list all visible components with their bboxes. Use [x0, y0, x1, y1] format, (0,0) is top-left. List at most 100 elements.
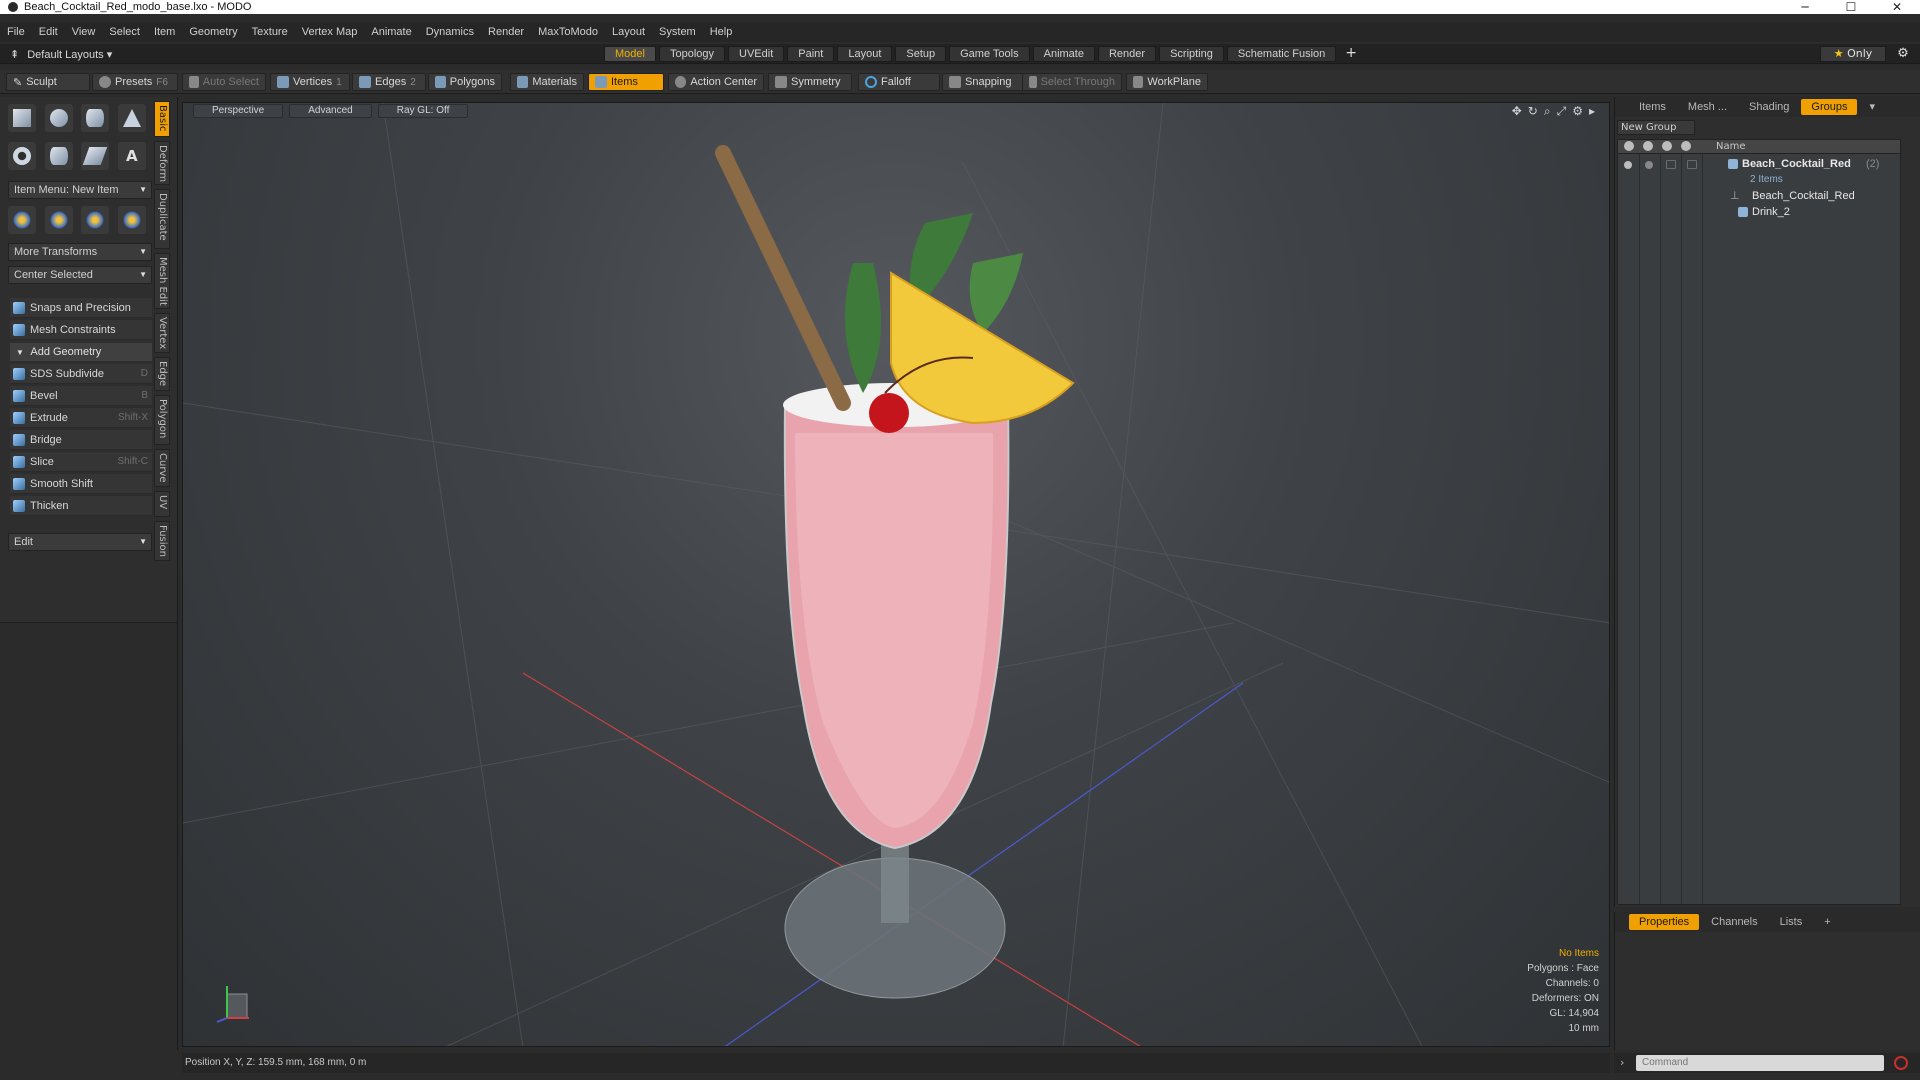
pan-icon[interactable]: ✥ [1512, 104, 1522, 119]
gear-icon[interactable]: ⚙ [1894, 46, 1912, 62]
zoom-icon[interactable]: ⌕ [1544, 104, 1551, 119]
edit-dropdown[interactable]: Edit ▼ [8, 533, 152, 551]
raygl-dropdown[interactable]: Ray GL: Off [377, 104, 469, 118]
tab-animate[interactable]: Animate [1032, 46, 1095, 62]
vtab-uv[interactable]: UV [154, 491, 170, 517]
tab-game-tools[interactable]: Game Tools [949, 46, 1030, 62]
vtab-curve[interactable]: Curve [154, 449, 170, 487]
tab-lists[interactable]: Lists [1770, 914, 1813, 930]
menu-texture[interactable]: Texture [245, 26, 295, 38]
select-through-button[interactable]: Select Through [1022, 73, 1122, 91]
menu-item[interactable]: Item [147, 26, 182, 38]
center-selected-dropdown[interactable]: Center Selected ▼ [8, 266, 152, 284]
layouts-dropdown[interactable]: ⇞ Default Layouts ▾ [10, 46, 112, 62]
group-row[interactable]: Beach_Cocktail_Red (2) [1618, 156, 1900, 172]
tab-render[interactable]: Render [1097, 46, 1157, 62]
vtab-edge[interactable]: Edge [154, 357, 170, 391]
minimize-button[interactable]: ─ [1782, 0, 1828, 14]
text-icon[interactable]: A [117, 142, 146, 170]
extrude-button[interactable]: Extrude Shift-X [10, 408, 152, 428]
torus-icon[interactable] [8, 142, 37, 170]
polygons-button[interactable]: Polygons [428, 73, 502, 91]
vertices-button[interactable]: Vertices 1 [270, 73, 350, 91]
vtab-duplicate[interactable]: Duplicate [154, 189, 170, 249]
maximize-button[interactable]: ☐ [1828, 0, 1874, 14]
lock-icon[interactable] [1662, 141, 1672, 151]
tab-paint[interactable]: Paint [787, 46, 835, 62]
eye-icon[interactable] [1624, 161, 1632, 169]
tab-layout[interactable]: Layout [837, 46, 893, 62]
viewport-gear-icon[interactable]: ⚙ [1572, 104, 1583, 119]
3d-viewport[interactable]: Perspective Advanced Ray GL: Off ✥ ↻ ⌕ ⤢… [182, 102, 1610, 1047]
cone-icon[interactable] [117, 104, 146, 132]
tab-groups[interactable]: Groups [1801, 99, 1858, 115]
bridge-button[interactable]: Bridge [10, 430, 152, 450]
symmetry-button[interactable]: Symmetry [768, 73, 852, 91]
workplane-button[interactable]: WorkPlane [1126, 73, 1208, 91]
only-button[interactable]: ★ Only [1820, 46, 1886, 62]
mesh-constraints-button[interactable]: Mesh Constraints [10, 320, 152, 340]
tab-schematic-fusion[interactable]: Schematic Fusion [1226, 46, 1337, 62]
sculpt-button[interactable]: ✎ Sculpt [6, 73, 90, 91]
materials-button[interactable]: Materials [510, 73, 584, 91]
menu-layout[interactable]: Layout [605, 26, 652, 38]
tab-mesh[interactable]: Mesh ... [1678, 99, 1737, 115]
sphere-icon[interactable] [44, 104, 73, 132]
menu-vertex-map[interactable]: Vertex Map [295, 26, 365, 38]
vtab-mesh-edit[interactable]: Mesh Edit [154, 253, 170, 309]
vtab-polygon[interactable]: Polygon [154, 395, 170, 445]
perspective-dropdown[interactable]: Perspective [193, 104, 284, 118]
rotate-icon[interactable] [44, 206, 73, 234]
add-tab-plus-icon[interactable]: + [1814, 914, 1840, 930]
tab-properties[interactable]: Properties [1629, 914, 1700, 930]
cylinder-icon[interactable] [81, 104, 110, 132]
render-icon[interactable] [1645, 161, 1653, 169]
cube-icon[interactable] [8, 104, 37, 132]
record-icon[interactable] [1894, 1056, 1908, 1070]
presets-button[interactable]: Presets F6 [92, 73, 178, 91]
items-button[interactable]: Items [588, 73, 664, 91]
action-center-button[interactable]: Action Center [668, 73, 764, 91]
advanced-dropdown[interactable]: Advanced [289, 104, 372, 118]
select-icon[interactable] [1681, 141, 1691, 151]
menu-render[interactable]: Render [481, 26, 531, 38]
tree-item-locator[interactable]: ⊥ Beach_Cocktail_Red [1618, 188, 1900, 204]
vtab-basic[interactable]: Basic [154, 101, 170, 137]
transform-icon[interactable] [117, 206, 146, 234]
tab-uvedit[interactable]: UVEdit [728, 46, 785, 62]
bevel-button[interactable]: Bevel B [10, 386, 152, 406]
panel-menu-icon[interactable]: ▾ [1859, 99, 1885, 115]
snaps-precision-button[interactable]: Snaps and Precision [10, 298, 152, 318]
add-tab-plus-icon[interactable]: + [1339, 46, 1363, 62]
select-checkbox[interactable] [1687, 160, 1697, 169]
scale-icon[interactable] [81, 206, 110, 234]
vtab-vertex[interactable]: Vertex [154, 313, 170, 353]
render-icon[interactable] [1643, 141, 1653, 151]
slice-button[interactable]: Slice Shift-C [10, 452, 152, 472]
tab-items[interactable]: Items [1629, 99, 1676, 115]
menu-view[interactable]: View [65, 26, 103, 38]
orbit-icon[interactable]: ↻ [1528, 104, 1538, 119]
add-geometry-header[interactable]: ▼ Add Geometry [10, 343, 152, 361]
tab-channels[interactable]: Channels [1701, 914, 1767, 930]
tab-model[interactable]: Model [604, 46, 656, 62]
close-button[interactable]: ✕ [1874, 0, 1920, 14]
menu-help[interactable]: Help [703, 26, 740, 38]
smooth-shift-button[interactable]: Smooth Shift [10, 474, 152, 494]
edges-button[interactable]: Edges 2 [352, 73, 426, 91]
tab-setup[interactable]: Setup [895, 46, 947, 62]
command-input[interactable]: Command [1636, 1055, 1884, 1071]
tree-item-mesh[interactable]: Drink_2 [1618, 204, 1900, 220]
menu-file[interactable]: File [0, 26, 32, 38]
snapping-button[interactable]: Snapping [942, 73, 1026, 91]
new-group-button[interactable]: New Group [1617, 120, 1695, 135]
menu-select[interactable]: Select [102, 26, 147, 38]
pen-icon[interactable] [81, 142, 110, 170]
lock-checkbox[interactable] [1666, 160, 1676, 169]
thicken-button[interactable]: Thicken [10, 496, 152, 516]
menu-edit[interactable]: Edit [32, 26, 65, 38]
menu-animate[interactable]: Animate [364, 26, 418, 38]
menu-geometry[interactable]: Geometry [182, 26, 244, 38]
sds-subdivide-button[interactable]: SDS Subdivide D [10, 364, 152, 384]
move-icon[interactable] [8, 206, 37, 234]
